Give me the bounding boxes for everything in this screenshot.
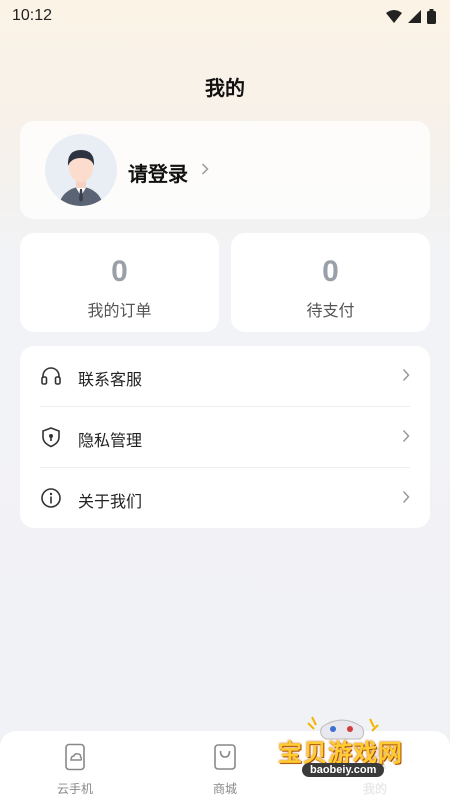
- wifi-icon: [386, 9, 402, 23]
- shield-icon: [42, 427, 60, 448]
- profile-card[interactable]: 请登录: [20, 121, 430, 219]
- tab-cloud-phone[interactable]: 云手机: [40, 743, 110, 797]
- tab-mall[interactable]: 商城: [190, 743, 260, 797]
- menu-item-label: 隐私管理: [78, 433, 143, 450]
- chevron-right-icon: [402, 368, 410, 382]
- menu-item-about[interactable]: 关于我们: [20, 468, 430, 528]
- status-time: 10:12: [12, 7, 53, 24]
- pending-payment-label: 待支付: [306, 303, 355, 320]
- default-avatar-icon: [59, 150, 103, 206]
- watermark-url: baobeiy.com: [302, 763, 385, 777]
- orders-label: 我的订单: [87, 303, 152, 320]
- status-bar: 10:12: [0, 0, 450, 32]
- menu-card: 联系客服 隐私管理 关于我们: [20, 346, 430, 528]
- chevron-right-icon: [402, 490, 410, 504]
- status-icons: [386, 8, 436, 24]
- tab-label: 商城: [212, 782, 237, 796]
- watermark-logo: 宝贝游戏网 baobeiy.com: [270, 705, 450, 800]
- info-icon: [41, 488, 61, 508]
- pending-payment-count: 0: [322, 255, 339, 288]
- chevron-right-icon: [201, 163, 209, 175]
- pending-payment-card[interactable]: 0 待支付: [231, 233, 430, 332]
- shopping-bag-icon: [214, 744, 236, 770]
- tab-label: 云手机: [56, 782, 93, 796]
- signal-icon: [408, 9, 421, 23]
- login-link[interactable]: 请登录: [128, 158, 188, 187]
- page-title: 我的: [205, 78, 245, 100]
- menu-item-label: 联系客服: [78, 372, 143, 389]
- headset-icon: [41, 367, 61, 385]
- orders-count: 0: [111, 255, 128, 288]
- avatar[interactable]: [45, 134, 117, 206]
- orders-card[interactable]: 0 我的订单: [20, 233, 219, 332]
- chevron-right-icon: [402, 429, 410, 443]
- battery-icon: [427, 8, 436, 24]
- menu-item-label: 关于我们: [78, 494, 143, 511]
- menu-item-privacy[interactable]: 隐私管理: [20, 407, 430, 467]
- menu-item-customer-service[interactable]: 联系客服: [20, 346, 430, 406]
- cloud-phone-icon: [65, 743, 85, 771]
